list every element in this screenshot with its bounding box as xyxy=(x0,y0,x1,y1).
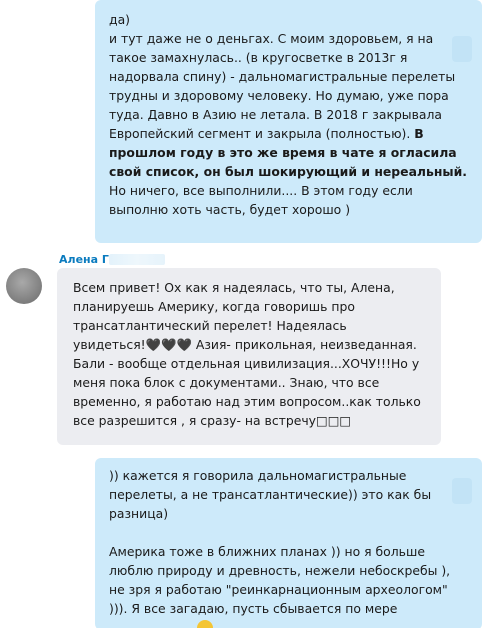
message-line: Но ничего, все выполнили.... В этом году… xyxy=(109,183,413,198)
message-line: люблю природу и древность, нежели небоск… xyxy=(109,563,451,578)
message-text-bold: В xyxy=(414,126,424,141)
message-line: да) xyxy=(109,12,130,27)
message-line: все разрешится , я сразу- на встречу□□□ xyxy=(73,413,352,428)
message-bubble-outgoing[interactable]: да) и тут даже не о деньгах. С моим здор… xyxy=(95,0,482,243)
message-line: Европейский сегмент и закрыла (полностью… xyxy=(109,124,468,143)
message-bubble-outgoing[interactable]: )) кажется я говорила дальномагистральны… xyxy=(95,458,482,628)
message-line: временно, я работаю над этим вопросом..к… xyxy=(73,394,421,409)
avatar[interactable] xyxy=(6,268,42,304)
message-actions-icon[interactable] xyxy=(452,36,472,62)
message-line: Америка тоже в ближних планах )) но я бо… xyxy=(109,544,425,559)
message-line: и тут даже не о деньгах. С моим здоровье… xyxy=(109,31,434,46)
message-line: трудны и здоровому человеку. Но думаю, у… xyxy=(109,88,449,103)
message-line: увидеться!🖤🖤🖤 Азия- прикольная, неизведа… xyxy=(73,337,417,352)
message-line: выполню хоть часть, будет хорошо ) xyxy=(109,202,351,217)
message-line: )) кажется я говорила дальномагистральны… xyxy=(109,468,407,483)
sender-name-redacted xyxy=(109,254,165,265)
sender-name[interactable]: Алена Ге xyxy=(59,253,116,266)
message-bubble-incoming[interactable]: Всем привет! Ох как я надеялась, что ты,… xyxy=(57,268,441,445)
message-line: не зря я работаю "реинкарнационным архео… xyxy=(109,582,448,597)
chat-conversation: да) и тут даже не о деньгах. С моим здор… xyxy=(0,0,488,628)
message-line: Бали - вообще отдельная цивилизация...ХО… xyxy=(73,356,420,371)
message-text-bold: свой список, он был шокирующий и нереаль… xyxy=(109,164,467,179)
message-line-bold: прошлом году в это же время в чате я огл… xyxy=(109,145,457,160)
message-text: Европейский сегмент и закрыла (полностью… xyxy=(109,126,411,141)
message-line: разница) xyxy=(109,506,169,521)
message-line: надорвала спину) - дальномагистральные п… xyxy=(109,69,456,84)
message-line: меня пока блок с документами.. Знаю, что… xyxy=(73,375,380,390)
message-line: свой список, он был шокирующий и нереаль… xyxy=(109,162,468,181)
message-line: ))). Я все загадаю, пусть сбывается по м… xyxy=(109,601,398,616)
message-line: трансатлантический перелет! Надеялась xyxy=(73,318,347,333)
message-actions-icon[interactable] xyxy=(452,478,472,504)
message-line: перелеты, а не трансатлантические)) это … xyxy=(109,487,432,502)
message-line: такое замахнулась.. (в кругосветке в 201… xyxy=(109,50,408,65)
message-line: планируешь Америку, когда говоришь про xyxy=(73,299,355,314)
message-line: туда. Давно в Азию не летала. В 2018 г з… xyxy=(109,107,442,122)
message-line: Всем привет! Ох как я надеялась, что ты,… xyxy=(73,280,395,295)
